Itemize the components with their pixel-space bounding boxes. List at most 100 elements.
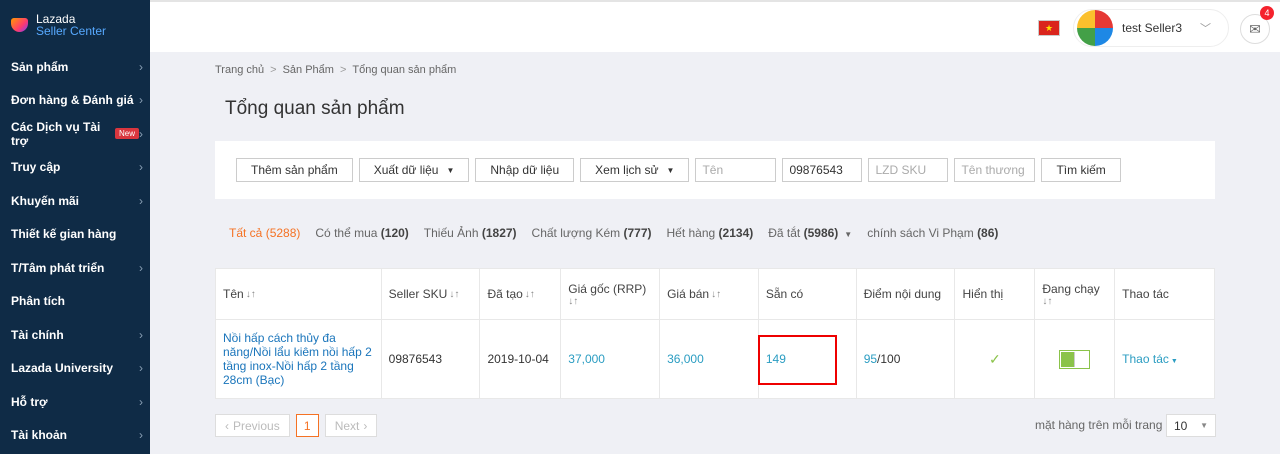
column-header-stock: Sẵn có [759,269,857,319]
caret-down-icon: ▼ [1170,358,1178,365]
sidebar-item-finance[interactable]: Tài chính › [0,318,150,352]
per-page-select[interactable]: 10 ▼ [1166,414,1216,437]
brand-input[interactable] [954,158,1036,182]
user-name: test Seller3 [1122,21,1183,35]
column-header-actions: Thao tác [1122,287,1169,301]
sort-icon: ↓↑ [711,288,722,300]
per-page-label: mặt hàng trên mỗi trang [1035,418,1163,432]
new-badge: New [114,128,139,140]
tab-available[interactable]: Có thể mua (120) [315,226,408,240]
column-header-seller-sku[interactable]: Seller SKU ↓↑ [382,269,481,319]
breadcrumb-separator: > [270,64,277,76]
chevron-right-icon: › [139,361,143,376]
chevron-right-icon: › [139,160,143,175]
sidebar-item-products[interactable]: Sản phẩm › [0,50,150,84]
chevron-right-icon: › [139,93,143,108]
column-header-name[interactable]: Tên ↓↑ [216,269,382,319]
brand-subtitle: Seller Center [36,24,107,38]
sort-icon: ↓↑ [568,295,579,307]
tab-policy-violation[interactable]: chính sách Vi Phạm (86) [867,226,998,240]
user-menu[interactable]: test Seller3 ﹀ [1073,9,1229,47]
sidebar-item-traffic[interactable]: Truy cập › [0,151,150,185]
history-dropdown[interactable]: Xem lịch sử ▼ [580,158,690,182]
chevron-right-icon: › [139,394,143,409]
product-name-link[interactable]: Nồi hấp cách thủy đa năng/Nồi lẩu kiêm n… [223,331,374,387]
sort-icon: ↓↑ [245,288,256,300]
search-button[interactable]: Tìm kiếm [1041,158,1121,182]
page-number-1[interactable]: 1 [295,414,319,437]
tab-missing-images[interactable]: Thiếu Ảnh (1827) [424,226,517,240]
chevron-right-icon: › [139,428,143,443]
breadcrumb-separator: > [339,64,347,76]
product-toolbar: Thêm sản phẩm Xuất dữ liệu ▼ Nhập dữ liệu… [215,141,1215,199]
chevron-right-icon: › [363,418,368,433]
chevron-down-icon: ﹀ [1200,23,1212,35]
seller-sku-input[interactable] [782,158,863,182]
chevron-left-icon: ‹ [225,418,229,433]
caret-down-icon: ▼ [844,230,853,239]
column-header-created[interactable]: Đã tạo ↓↑ [480,269,562,319]
sale-price[interactable]: 36,000 [667,352,704,366]
add-product-button[interactable]: Thêm sản phẩm [236,158,353,182]
column-header-rrp[interactable]: Giá gốc (RRP) ↓↑ [561,269,661,319]
column-header-visible: Hiển thị [955,269,1036,319]
content-score-total: /100 [877,352,901,366]
rrp-price[interactable]: 37,000 [568,352,605,366]
top-bar: ★ test Seller3 ﹀ ✉ 4 [150,0,1280,52]
vietnam-flag-icon[interactable]: ★ [1038,20,1060,36]
chevron-right-icon: › [139,260,143,275]
status-tabs: Tất cả (5288) Có thể mua (120) Thiếu Ảnh… [229,226,1013,240]
breadcrumb-current: Tổng quan sản phẩm [352,64,457,76]
table-row: Nồi hấp cách thủy đa năng/Nồi lẩu kiêm n… [216,320,1214,398]
breadcrumb-home[interactable]: Trang chủ [215,64,264,76]
seller-sku-value: 09876543 [388,352,443,366]
sidebar-item-account[interactable]: Tài khoản › [0,419,150,453]
sidebar: Lazada Seller Center Sản phẩm › Đơn hàng … [0,0,150,454]
chevron-right-icon: › [139,193,143,208]
sidebar-nav: Sản phẩm › Đơn hàng & Đánh giá › Các Dịch … [0,50,150,452]
sidebar-item-growth-center[interactable]: T/Tâm phát triển › [0,251,150,285]
page-title: Tổng quan sản phẩm [225,98,405,119]
tab-poor-quality[interactable]: Chất lượng Kém (777) [532,226,652,240]
lazada-heart-icon [10,15,30,35]
import-button[interactable]: Nhập dữ liệu [475,158,575,182]
content-score[interactable]: 95 [864,352,877,366]
chevron-right-icon: › [139,126,143,141]
sidebar-item-sponsored-services[interactable]: Các Dịch vụ Tài trợ New › [0,117,150,151]
sidebar-item-lazada-university[interactable]: Lazada University › [0,352,150,386]
tab-inactive[interactable]: Đã tắt (5986) ▼ [768,226,852,240]
sidebar-item-orders-reviews[interactable]: Đơn hàng & Đánh giá › [0,84,150,118]
row-actions-dropdown[interactable]: Thao tác ▼ [1122,352,1178,366]
tab-out-of-stock[interactable]: Hết hàng (2134) [667,226,754,240]
column-header-price[interactable]: Giá bán ↓↑ [660,269,759,319]
product-table: Tên ↓↑ Seller SKU ↓↑ Đã tạo ↓↑ Giá gốc (RRP… [215,268,1215,399]
export-dropdown[interactable]: Xuất dữ liệu ▼ [358,158,470,182]
sort-icon: ↓↑ [1042,295,1053,307]
sort-icon: ↓↑ [524,288,535,300]
active-toggle[interactable] [1059,349,1091,369]
sidebar-item-support[interactable]: Hỗ trợ › [0,385,150,419]
column-header-active[interactable]: Đang chạy ↓↑ [1035,269,1116,319]
sort-icon: ↓↑ [449,288,460,300]
caret-down-icon: ▼ [1200,421,1208,430]
chevron-right-icon: › [139,59,143,74]
breadcrumb-products[interactable]: Sản Phẩm [283,64,334,76]
sidebar-item-store-design[interactable]: Thiết kế gian hàng [0,218,150,252]
caret-down-icon: ▼ [666,165,675,175]
previous-page-button[interactable]: ‹ Previous [215,414,290,437]
tab-all[interactable]: Tất cả (5288) [229,226,300,240]
caret-down-icon: ▼ [446,165,455,175]
name-search-input[interactable] [695,158,777,182]
next-page-button[interactable]: Next › [324,414,378,437]
sidebar-item-promotions[interactable]: Khuyến mãi › [0,184,150,218]
lazada-logo[interactable]: Lazada Seller Center [0,0,150,50]
stock-highlight-box [758,335,837,385]
sidebar-item-analytics[interactable]: Phân tích [0,285,150,319]
lzd-sku-input[interactable] [868,158,949,182]
visible-check-icon: ✓ [989,350,1001,367]
column-header-content-score: Điểm nội dung [857,269,956,319]
avatar [1077,10,1113,46]
chevron-right-icon: › [139,327,143,342]
created-date: 2019-10-04 [487,352,549,366]
breadcrumb: Trang chủ > Sản Phẩm > Tổng quan sản phẩm [215,64,456,76]
